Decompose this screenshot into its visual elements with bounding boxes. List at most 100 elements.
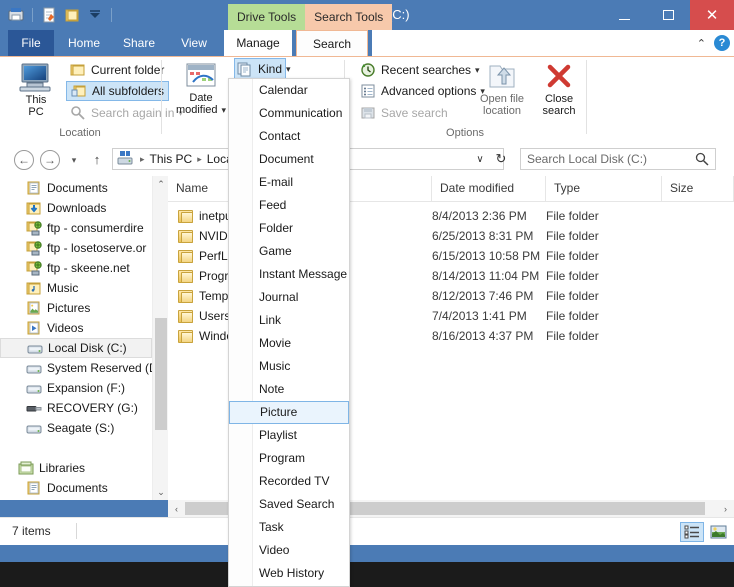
kind-menu-item-link[interactable]: Link bbox=[229, 309, 349, 332]
up-button[interactable]: ↑ bbox=[88, 150, 106, 170]
file-date-cell: 7/4/2013 1:41 PM bbox=[432, 309, 527, 323]
search-icon[interactable] bbox=[695, 152, 709, 170]
kind-menu-item-document[interactable]: Document bbox=[229, 148, 349, 171]
save-search-button[interactable]: Save search bbox=[356, 103, 452, 123]
contextual-tab-drive-tools[interactable]: Drive Tools bbox=[228, 4, 306, 30]
tab-file[interactable]: File bbox=[8, 30, 54, 56]
kind-menu-item-note[interactable]: Note bbox=[229, 378, 349, 401]
nav-item-videos[interactable]: Videos bbox=[0, 318, 152, 338]
details-view-button[interactable] bbox=[680, 522, 704, 542]
column-header-size[interactable]: Size bbox=[662, 176, 734, 201]
tab-search[interactable]: Search bbox=[296, 30, 368, 56]
tab-home[interactable]: Home bbox=[58, 30, 110, 56]
nav-item-label: Seagate (S:) bbox=[47, 421, 115, 435]
nav-item-music[interactable]: Music bbox=[0, 278, 152, 298]
breadcrumb-item-this-pc[interactable]: This PC bbox=[150, 152, 193, 166]
subfolders-icon bbox=[71, 83, 87, 99]
address-dropdown-button[interactable]: ∨ bbox=[470, 148, 490, 170]
advanced-options-button[interactable]: Advanced options ▾ bbox=[356, 81, 489, 101]
details-view-icon bbox=[684, 525, 699, 539]
kind-menu-item-web-history[interactable]: Web History bbox=[229, 562, 349, 585]
nav-item-pictures[interactable]: Pictures bbox=[0, 298, 152, 318]
file-date-cell: 8/14/2013 11:04 PM bbox=[432, 269, 540, 283]
tab-manage[interactable]: Manage bbox=[224, 30, 292, 56]
nav-item-system-reserved-d[interactable]: System Reserved (D bbox=[0, 358, 152, 378]
main-content: Documents Downloads ftp - consumerdire ftp … bbox=[0, 176, 734, 500]
kind-menu-item-video[interactable]: Video bbox=[229, 539, 349, 562]
title-bar: Local Disk (C:) Drive Tools Search Tools… bbox=[0, 0, 734, 30]
scroll-right-arrow-icon[interactable]: › bbox=[717, 500, 734, 517]
kind-menu-item-e-mail[interactable]: E-mail bbox=[229, 171, 349, 194]
navigation-pane-scrollbar[interactable]: ⌃ ⌄ bbox=[152, 176, 168, 500]
nav-item-recovery-g[interactable]: RECOVERY (G:) bbox=[0, 398, 152, 418]
column-header-date-modified[interactable]: Date modified bbox=[432, 176, 546, 201]
kind-menu-item-communication[interactable]: Communication bbox=[229, 102, 349, 125]
kind-menu-item-calendar[interactable]: Calendar bbox=[229, 79, 349, 102]
kind-menu-item-folder[interactable]: Folder bbox=[229, 217, 349, 240]
kind-menu-item-game[interactable]: Game bbox=[229, 240, 349, 263]
date-modified-button[interactable]: Date modified ▾ bbox=[172, 62, 230, 116]
nav-item-documents[interactable]: Documents bbox=[0, 178, 152, 198]
contextual-tab-search-tools[interactable]: Search Tools bbox=[305, 4, 393, 30]
scroll-down-arrow-icon[interactable]: ⌄ bbox=[153, 484, 169, 500]
window-controls: ✕ bbox=[602, 0, 734, 30]
scroll-left-arrow-icon[interactable]: ‹ bbox=[168, 500, 185, 517]
date-modified-label-line2: modified bbox=[175, 104, 218, 116]
nav-item-local-disk-c[interactable]: Local Disk (C:) bbox=[0, 338, 152, 358]
kind-menu-item-music[interactable]: Music bbox=[229, 355, 349, 378]
help-icon[interactable]: ? bbox=[714, 35, 730, 51]
kind-menu-item-saved-search[interactable]: Saved Search bbox=[229, 493, 349, 516]
tab-view[interactable]: View bbox=[168, 30, 220, 56]
tab-share[interactable]: Share bbox=[114, 30, 164, 56]
nav-item-ftp-losetoserve-or[interactable]: ftp - losetoserve.or bbox=[0, 238, 152, 258]
minimize-button[interactable] bbox=[602, 0, 646, 30]
this-pc-button[interactable]: This PC bbox=[12, 62, 60, 118]
refresh-button[interactable]: ↻ bbox=[490, 148, 512, 170]
kind-menu-item-journal[interactable]: Journal bbox=[229, 286, 349, 309]
contextual-tab-headers: Drive Tools Search Tools bbox=[228, 4, 393, 30]
kind-menu-item-picture[interactable]: Picture bbox=[229, 401, 349, 424]
nav-item-ftp-consumerdire[interactable]: ftp - consumerdire bbox=[0, 218, 152, 238]
kind-menu-item-movie[interactable]: Movie bbox=[229, 332, 349, 355]
nav-item-libraries[interactable]: Libraries bbox=[0, 458, 152, 478]
nav-item-expansion-f[interactable]: Expansion (F:) bbox=[0, 378, 152, 398]
scrollbar-thumb[interactable] bbox=[155, 318, 167, 430]
nav-item-music[interactable]: Music bbox=[0, 498, 152, 500]
scroll-up-arrow-icon[interactable]: ⌃ bbox=[153, 176, 169, 192]
recent-searches-button[interactable]: Recent searches ▾ bbox=[356, 60, 484, 80]
kind-menu-item-task[interactable]: Task bbox=[229, 516, 349, 539]
kind-button[interactable]: Kind ▾ bbox=[234, 58, 291, 80]
recent-locations-button[interactable]: ▾ bbox=[66, 150, 82, 170]
drive-icon bbox=[26, 380, 42, 396]
nav-item-label: Local Disk (C:) bbox=[48, 341, 127, 355]
navigation-pane[interactable]: Documents Downloads ftp - consumerdire ftp … bbox=[0, 176, 152, 500]
network-icon bbox=[26, 240, 42, 256]
kind-menu-item-feed[interactable]: Feed bbox=[229, 194, 349, 217]
nav-item-documents[interactable]: Documents bbox=[0, 478, 152, 498]
close-button[interactable]: ✕ bbox=[690, 0, 734, 30]
maximize-button[interactable] bbox=[646, 0, 690, 30]
kind-menu-item-instant-message[interactable]: Instant Message bbox=[229, 263, 349, 286]
this-pc-icon bbox=[19, 63, 51, 92]
kind-menu-item-program[interactable]: Program bbox=[229, 447, 349, 470]
nav-item-ftp-skeene-net[interactable]: ftp - skeene.net bbox=[0, 258, 152, 278]
kind-menu-item-playlist[interactable]: Playlist bbox=[229, 424, 349, 447]
kind-menu-item-recorded-tv[interactable]: Recorded TV bbox=[229, 470, 349, 493]
search-input[interactable]: Search Local Disk (C:) bbox=[520, 148, 716, 170]
nav-item-downloads[interactable]: Downloads bbox=[0, 198, 152, 218]
column-header-type[interactable]: Type bbox=[546, 176, 662, 201]
forward-button[interactable]: → bbox=[40, 150, 60, 170]
large-icons-view-button[interactable] bbox=[706, 522, 730, 542]
all-subfolders-button[interactable]: All subfolders bbox=[66, 81, 170, 101]
current-folder-button[interactable]: Current folder bbox=[66, 60, 168, 80]
kind-dropdown-menu[interactable]: Calendar Communication Contact Document E-ma… bbox=[228, 78, 350, 587]
open-file-location-button[interactable]: Open file location bbox=[474, 62, 530, 117]
close-search-button[interactable]: Close search bbox=[534, 62, 584, 117]
nav-item-seagate-s[interactable]: Seagate (S:) bbox=[0, 418, 152, 438]
file-date-cell: 6/15/2013 10:58 PM bbox=[432, 249, 541, 263]
back-button[interactable]: ← bbox=[14, 150, 34, 170]
kind-menu-item-contact[interactable]: Contact bbox=[229, 125, 349, 148]
collapse-ribbon-button[interactable]: ⌃ bbox=[697, 37, 706, 50]
folder-icon bbox=[178, 289, 193, 303]
close-search-icon bbox=[547, 64, 571, 88]
